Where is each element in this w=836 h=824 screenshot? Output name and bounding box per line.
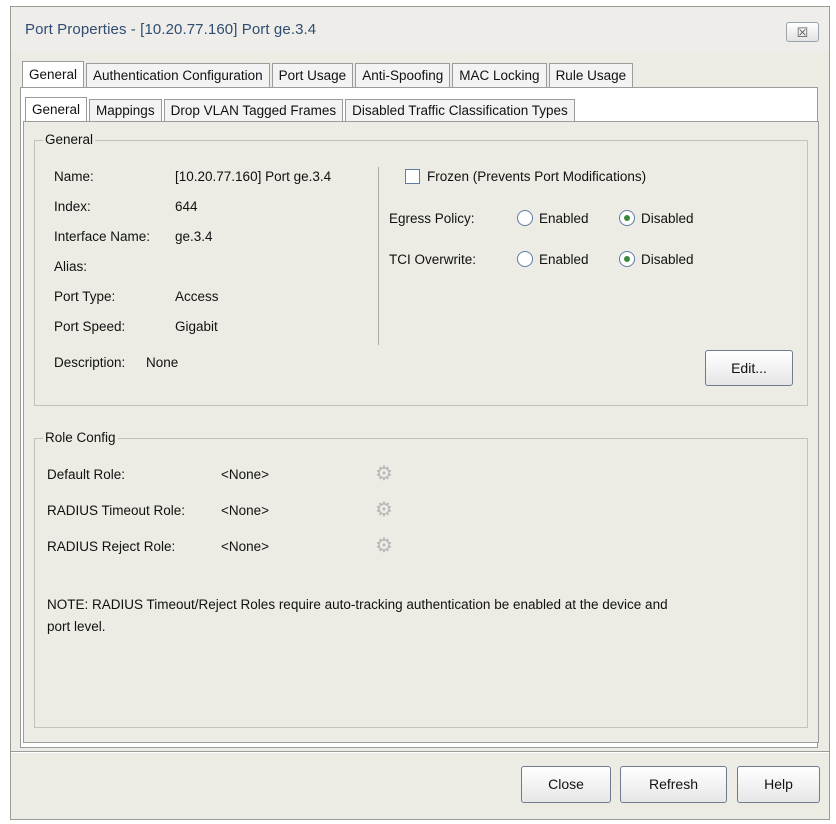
port-type-value: Access [175, 289, 219, 304]
tci-enabled-label: Enabled [539, 252, 589, 267]
port-speed-value: Gigabit [175, 319, 218, 334]
tci-enabled-radio[interactable] [517, 251, 533, 267]
frozen-checkbox[interactable] [405, 169, 420, 184]
radius-timeout-role-gear-icon[interactable]: ⚙ [373, 499, 395, 521]
tci-disabled-radio[interactable] [619, 251, 635, 267]
interface-name-value: ge.3.4 [175, 229, 213, 244]
radius-reject-role-label: RADIUS Reject Role: [47, 539, 176, 554]
subtab-general[interactable]: General [25, 97, 88, 121]
radius-timeout-role-value: <None> [221, 503, 270, 518]
description-value: None [146, 355, 179, 370]
help-button[interactable]: Help [737, 766, 820, 803]
tab-rule-usage[interactable]: Rule Usage [548, 63, 634, 87]
egress-disabled-radio[interactable] [619, 210, 635, 226]
role-config-group-title: Role Config [43, 430, 118, 445]
subtab-drop-vlan-tagged-frames[interactable]: Drop VLAN Tagged Frames [163, 99, 344, 121]
name-label: Name: [54, 169, 94, 184]
index-label: Index: [54, 199, 91, 214]
tab-general[interactable]: General [22, 61, 85, 87]
role-config-group: Role Config Default Role: <None> ⚙ RADIU… [34, 430, 808, 728]
default-role-label: Default Role: [47, 467, 126, 482]
frozen-label: Frozen (Prevents Port Modifications) [427, 169, 647, 184]
main-tabbar: General Authentication Configuration Por… [22, 61, 635, 87]
description-label: Description: [54, 355, 126, 370]
subtab-mappings[interactable]: Mappings [89, 99, 162, 121]
edit-button[interactable]: Edit... [705, 350, 793, 386]
egress-enabled-label: Enabled [539, 211, 589, 226]
tab-authentication-configuration[interactable]: Authentication Configuration [86, 63, 270, 87]
sub-tab-panel: General Name: [10.20.77.160] Port ge.3.4… [23, 121, 819, 743]
default-role-value: <None> [221, 467, 270, 482]
radius-timeout-role-label: RADIUS Timeout Role: [47, 503, 186, 518]
window-close-button[interactable]: ☒ [786, 22, 819, 42]
title-bar[interactable]: Port Properties - [10.20.77.160] Port ge… [11, 7, 829, 53]
name-value: [10.20.77.160] Port ge.3.4 [175, 169, 332, 184]
port-type-label: Port Type: [54, 289, 116, 304]
tci-disabled-label: Disabled [641, 252, 694, 267]
tab-port-usage[interactable]: Port Usage [271, 63, 354, 87]
radius-reject-role-value: <None> [221, 539, 270, 554]
default-role-gear-icon[interactable]: ⚙ [373, 463, 395, 485]
general-group: General Name: [10.20.77.160] Port ge.3.4… [34, 132, 808, 406]
tab-mac-locking[interactable]: MAC Locking [452, 63, 547, 87]
sub-tabbar: General Mappings Drop VLAN Tagged Frames… [25, 97, 577, 121]
port-speed-label: Port Speed: [54, 319, 126, 334]
general-group-title: General [43, 132, 96, 147]
egress-enabled-radio[interactable] [517, 210, 533, 226]
close-icon: ☒ [796, 25, 809, 40]
role-note-line2: port level. [47, 619, 106, 634]
egress-policy-label: Egress Policy: [389, 211, 475, 226]
refresh-button[interactable]: Refresh [620, 766, 727, 803]
port-properties-dialog: Port Properties - [10.20.77.160] Port ge… [10, 6, 830, 820]
window-title: Port Properties - [10.20.77.160] Port ge… [25, 21, 317, 38]
egress-disabled-label: Disabled [641, 211, 694, 226]
interface-name-label: Interface Name: [54, 229, 151, 244]
footer-separator [11, 751, 829, 753]
tab-anti-spoofing[interactable]: Anti-Spoofing [355, 63, 451, 87]
subtab-disabled-traffic-classification-types[interactable]: Disabled Traffic Classification Types [345, 99, 575, 121]
tci-overwrite-label: TCI Overwrite: [389, 252, 477, 267]
radius-reject-role-gear-icon[interactable]: ⚙ [373, 535, 395, 557]
general-divider [378, 167, 379, 345]
close-button[interactable]: Close [521, 766, 611, 803]
role-note-line1: NOTE: RADIUS Timeout/Reject Roles requir… [47, 597, 668, 612]
index-value: 644 [175, 199, 198, 214]
alias-label: Alias: [54, 259, 88, 274]
